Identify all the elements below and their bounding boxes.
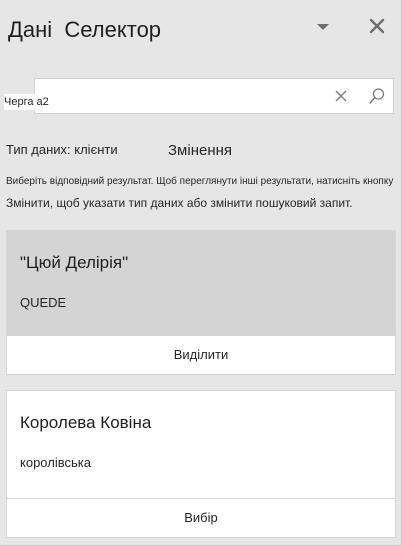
result-name: "Цюй Делірія" xyxy=(20,253,129,272)
pane-title: Дані Селектор xyxy=(8,17,162,42)
data-selector-pane: Дані Селектор Черга а2 Тип даних: клієнт… xyxy=(0,0,402,546)
result-name: Королева Ковіна xyxy=(20,413,152,432)
result-card[interactable]: "Цюй Делірія" QUEDE Виділити xyxy=(6,230,396,375)
instruction-text-line-1: Виберіть відповідний результат. Щоб пере… xyxy=(6,176,394,187)
select-result-button[interactable]: Вибір xyxy=(7,498,395,537)
search-query-text[interactable]: Черга а2 xyxy=(4,94,51,110)
instruction-text-line-2: Змінити, щоб указати тип даних або зміни… xyxy=(6,196,353,210)
data-type-label: Тип даних: клієнти xyxy=(6,142,118,157)
search-button[interactable] xyxy=(368,87,386,105)
clear-icon xyxy=(333,90,349,108)
close-icon xyxy=(365,18,389,42)
result-card-body[interactable]: "Цюй Делірія" QUEDE xyxy=(7,231,395,337)
chevron-down-icon xyxy=(312,16,334,38)
close-pane-button[interactable] xyxy=(365,14,389,38)
change-data-type-button[interactable]: Змінення xyxy=(168,142,232,159)
pane-options-button[interactable] xyxy=(312,16,334,38)
result-card-body[interactable]: Королева Ковіна королівська xyxy=(7,391,395,501)
result-subtitle: QUEDE xyxy=(20,295,67,310)
clear-search-button[interactable] xyxy=(333,88,349,104)
result-subtitle: королівська xyxy=(20,455,91,470)
select-result-button[interactable]: Виділити xyxy=(7,335,395,374)
search-icon xyxy=(368,88,386,109)
result-card[interactable]: Королева Ковіна королівська Вибір xyxy=(6,390,396,538)
